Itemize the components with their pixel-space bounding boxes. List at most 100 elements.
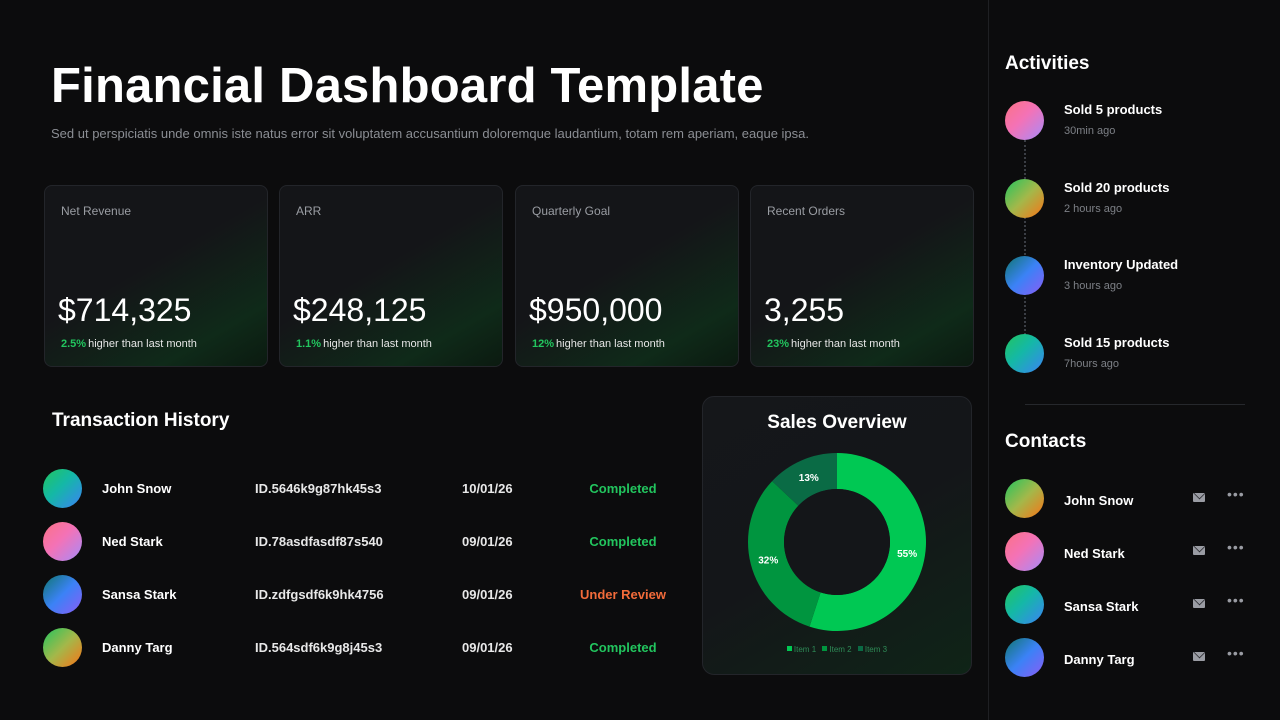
tx-id: ID.564sdf6k9g8j45s3 [255,640,383,655]
status-badge: Completed [589,481,657,496]
tx-id: ID.zdfgsdf6k9hk4756 [255,587,384,602]
activity-time: 7hours ago [1064,358,1120,370]
table-row[interactable]: Danny Targ ID.564sdf6k9g8j45s3 09/01/26 … [43,628,683,668]
tx-name: Ned Stark [102,534,163,549]
donut-slice-label: 32% [758,556,778,567]
tx-date: 09/01/26 [462,640,513,655]
activity-item[interactable]: Sold 5 products 30min ago [1005,101,1265,151]
avatar [1005,256,1044,295]
page-subtitle: Sed ut perspiciatis unde omnis iste natu… [51,126,809,141]
legend-item: Item 3 [857,645,888,654]
donut-slice-label: 13% [799,473,819,484]
card-value: $950,000 [529,292,663,328]
contacts-title: Contacts [1005,431,1087,452]
contact-name: Sansa Stark [1064,599,1139,614]
tx-id: ID.5646k9g87hk45s3 [255,481,382,496]
status-badge: Completed [589,640,657,655]
more-options-icon[interactable]: ••• [1227,487,1245,501]
avatar [43,628,82,667]
legend-item: Item 2 [822,645,852,654]
avatar [43,522,82,561]
contact-name: Danny Targ [1064,652,1135,667]
tx-date: 09/01/26 [462,534,513,549]
card-label: Quarterly Goal [532,204,611,218]
more-options-icon[interactable]: ••• [1227,540,1245,554]
card-arr[interactable]: ARR $248,125 1.1% higher than last month [279,185,503,367]
card-note: 1.1% higher than last month [296,338,432,350]
sidebar-section-divider [1025,404,1245,405]
table-row[interactable]: Sansa Stark ID.zdfgsdf6k9hk4756 09/01/26… [43,575,683,615]
card-value: $248,125 [293,292,427,328]
table-row[interactable]: Ned Stark ID.78asdfasdf87s540 09/01/26 C… [43,522,683,562]
avatar [1005,585,1044,624]
avatar [1005,179,1044,218]
activity-item[interactable]: Sold 15 products 7hours ago [1005,334,1265,384]
tx-id: ID.78asdfasdf87s540 [255,534,383,549]
card-note-text: higher than last month [556,338,665,350]
mail-icon[interactable] [1193,652,1205,661]
card-pct: 23% [767,338,790,350]
activity-item[interactable]: Inventory Updated 3 hours ago [1005,256,1265,306]
activities-title: Activities [1005,53,1090,74]
avatar [1005,334,1044,373]
transaction-history-title: Transaction History [52,410,230,431]
card-net-revenue[interactable]: Net Revenue $714,325 2.5% higher than las… [44,185,268,367]
donut-slice-label: 55% [897,549,917,560]
status-badge: Under Review [580,587,666,602]
card-label: ARR [296,204,322,218]
card-note-text: higher than last month [791,338,900,350]
tx-name: Sansa Stark [102,587,177,602]
more-options-icon[interactable]: ••• [1227,646,1245,660]
card-value: 3,255 [764,292,845,328]
legend-item: Item 1 [786,645,817,654]
sidebar-divider [988,0,989,720]
avatar [1005,101,1044,140]
activity-title: Sold 15 products [1064,335,1170,350]
legend-label: Item 2 [829,645,852,654]
contact-item[interactable]: Danny Targ ••• [1005,638,1250,678]
contact-item[interactable]: Ned Stark ••• [1005,532,1250,572]
status-badge: Completed [589,534,657,549]
activity-time: 3 hours ago [1064,280,1123,292]
card-value: $714,325 [58,292,192,328]
contact-name: Ned Stark [1064,546,1125,561]
card-label: Net Revenue [61,204,132,218]
avatar [43,575,82,614]
activity-title: Sold 5 products [1064,102,1163,117]
card-quarterly-goal[interactable]: Quarterly Goal $950,000 12% higher than l… [515,185,739,367]
card-note-text: higher than last month [88,338,197,350]
legend-label: Item 1 [793,645,817,654]
table-row[interactable]: John Snow ID.5646k9g87hk45s3 10/01/26 Co… [43,469,683,509]
card-pct: 12% [532,338,555,350]
legend-label: Item 3 [864,645,888,654]
contact-item[interactable]: Sansa Stark ••• [1005,585,1250,625]
sales-overview-panel: Sales Overview 55% 32% 13% Item 1 Item 2 I… [702,396,972,675]
activity-title: Sold 20 products [1064,180,1170,195]
donut-hole [784,489,890,595]
card-note: 12% higher than last month [532,338,665,350]
avatar [1005,532,1044,571]
chart-legend: Item 1 Item 2 Item 3 [703,645,971,654]
card-label: Recent Orders [767,204,846,218]
avatar [43,469,82,508]
mail-icon[interactable] [1193,546,1205,555]
contact-item[interactable]: John Snow ••• [1005,479,1250,519]
card-pct: 1.1% [296,338,322,350]
card-note: 23% higher than last month [767,338,900,350]
mail-icon[interactable] [1193,493,1205,502]
mail-icon[interactable] [1193,599,1205,608]
card-note: 2.5% higher than last month [61,338,197,350]
tx-name: John Snow [102,481,172,496]
card-note-text: higher than last month [323,338,432,350]
tx-date: 09/01/26 [462,587,513,602]
card-pct: 2.5% [61,338,87,350]
tx-date: 10/01/26 [462,481,513,496]
tx-name: Danny Targ [102,640,173,655]
more-options-icon[interactable]: ••• [1227,593,1245,607]
activity-item[interactable]: Sold 20 products 2 hours ago [1005,179,1265,229]
activity-title: Inventory Updated [1064,257,1179,272]
contact-name: John Snow [1064,493,1134,508]
card-recent-orders[interactable]: Recent Orders 3,255 23% higher than last … [750,185,974,367]
main-area: Financial Dashboard Template Sed ut pers… [0,0,988,720]
activity-time: 2 hours ago [1064,203,1123,215]
